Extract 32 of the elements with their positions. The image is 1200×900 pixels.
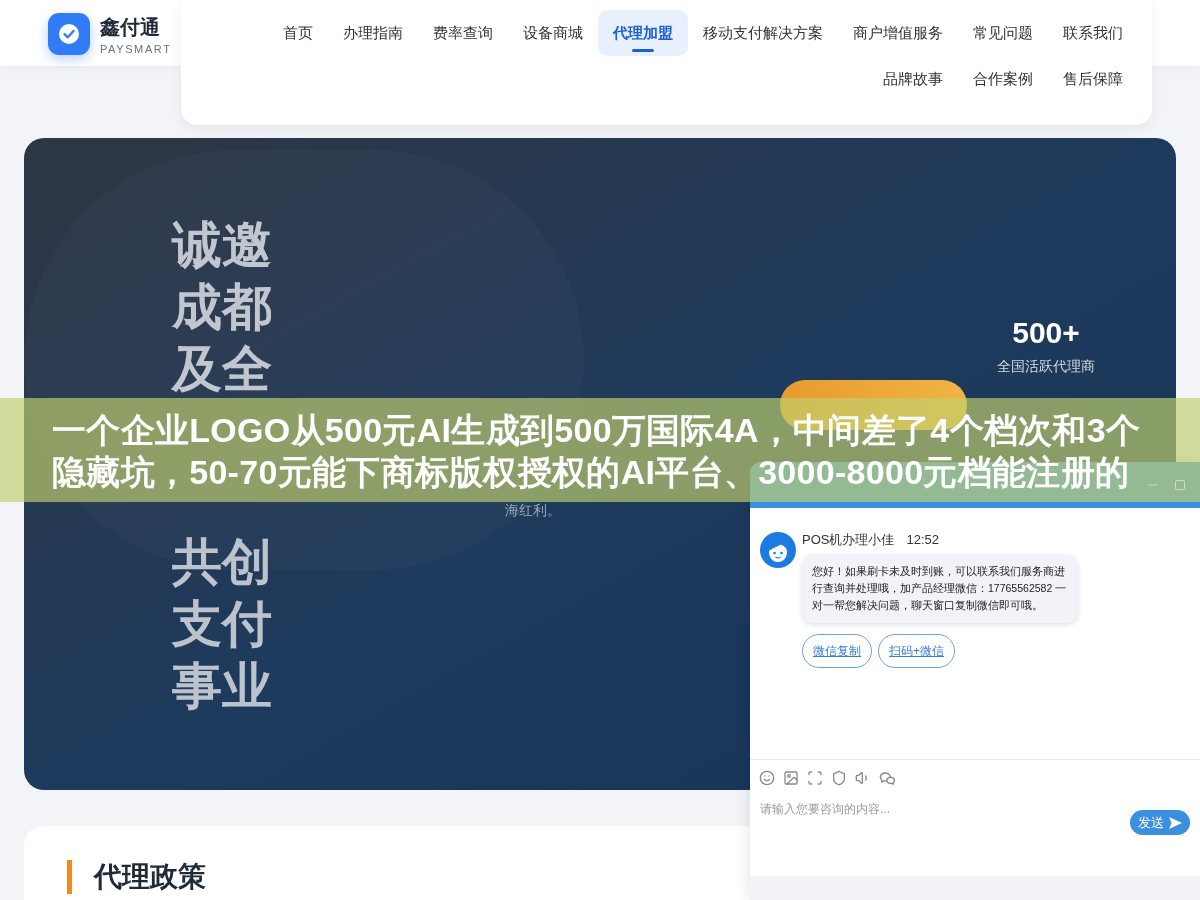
nav-link[interactable]: 售后保障 xyxy=(1048,56,1138,102)
chat-bubbles-icon[interactable] xyxy=(879,769,896,787)
image-icon[interactable] xyxy=(783,770,799,786)
nav-link[interactable]: 联系我们 xyxy=(1048,10,1138,56)
nav-link[interactable]: 办理指南 xyxy=(328,10,418,56)
send-icon xyxy=(1169,816,1182,829)
nav-link[interactable]: 首页 xyxy=(268,10,328,56)
nav-link[interactable]: 商户增值服务 xyxy=(838,10,958,56)
caption-text: 一个企业LOGO从500元AI生成到500万国际4A，中间差了4个档次和3个 隐藏坑，50-70元能下商标版权授权的AI平台、3000-8000元档能注册的 xyxy=(52,410,1141,493)
shield-icon[interactable] xyxy=(831,770,847,786)
agent-avatar-icon xyxy=(760,532,796,568)
message-bubble: 您好！如果刷卡未及时到账，可以联系我们服务商进行查询并处理哦，加产品经理微信：17765562582 一对一帮您解决问题，聊天窗口复制微信即可哦。 xyxy=(802,554,1078,623)
agent-name: POS机办理小佳 xyxy=(802,532,895,548)
nav-link[interactable]: 合作案例 xyxy=(958,56,1048,102)
section-title: 代理政策 xyxy=(67,860,206,894)
message-time: 12:52 xyxy=(906,532,939,548)
nav-link[interactable]: 常见问题 xyxy=(958,10,1048,56)
brand-tagline: PAYSMART xyxy=(100,42,172,56)
stat-label: 全国活跃代理商 xyxy=(997,357,1095,375)
nav-link[interactable]: 设备商城 xyxy=(508,10,598,56)
nav-link[interactable]: 品牌故事 xyxy=(868,56,958,102)
emoji-icon[interactable] xyxy=(759,770,775,786)
hero-heading: 诚邀 成都 及全 xyxy=(172,216,273,399)
nav-link[interactable]: 移动支付解决方案 xyxy=(688,10,838,56)
hero-description: 海红利。 xyxy=(505,501,561,520)
stat-value: 500+ xyxy=(1012,315,1080,351)
logo-check-icon[interactable] xyxy=(48,13,90,55)
nav-link[interactable]: 代理加盟 xyxy=(598,10,688,56)
hero-heading: 共创 支付 事业 xyxy=(172,533,273,716)
brand-name: 鑫付通 xyxy=(100,15,161,39)
screenshot-icon[interactable] xyxy=(807,770,823,786)
nav-link[interactable]: 费率查询 xyxy=(418,10,508,56)
